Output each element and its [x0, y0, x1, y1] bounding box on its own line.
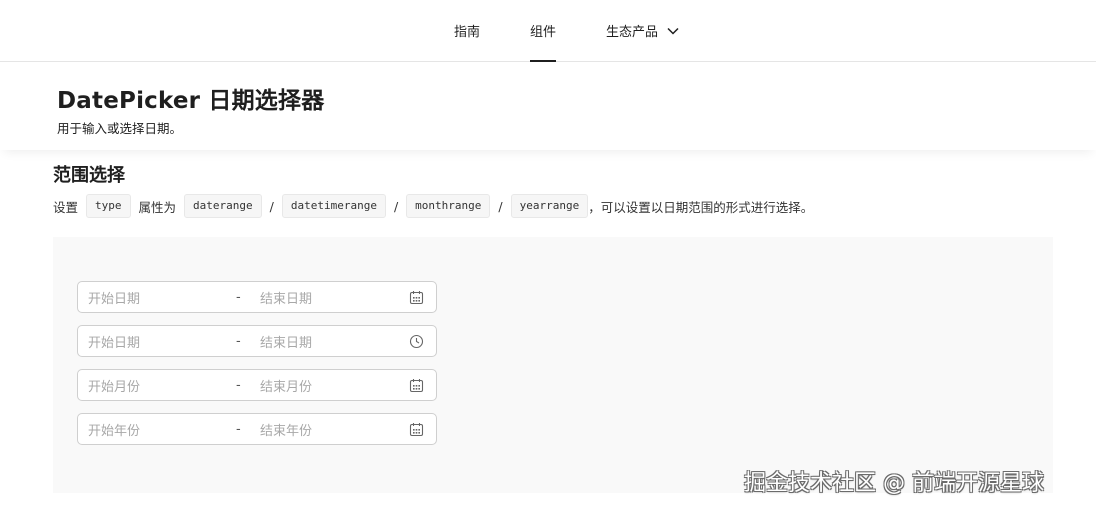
desc-text: ，可以设置以日期范围的形式进行选择。 — [588, 199, 814, 215]
nav-item-guide[interactable]: 指南 — [454, 0, 480, 61]
nav-item-label: 组件 — [530, 25, 557, 40]
watermark-text: 掘金技术社区 @ 前端开源星球 — [744, 471, 1044, 496]
chevron-down-icon — [667, 27, 679, 35]
top-navigation: 指南 组件 生态产品 — [0, 0, 1096, 62]
nav-item-label: 指南 — [454, 25, 481, 40]
page-title: DatePicker 日期选择器 — [57, 88, 325, 114]
calendar-icon[interactable] — [409, 290, 424, 305]
range-separator: - — [236, 377, 241, 393]
end-year-input[interactable]: 结束年份 — [260, 420, 312, 439]
nav-item-ecosystem[interactable]: 生态产品 — [606, 0, 680, 61]
code-yearrange: yearrange — [510, 194, 589, 218]
start-month-input[interactable]: 开始月份 — [88, 376, 140, 395]
month-range-picker[interactable]: 开始月份 - 结束月份 — [77, 369, 437, 401]
range-separator: - — [236, 289, 241, 305]
clock-icon[interactable] — [409, 334, 424, 349]
code-monthrange: monthrange — [406, 194, 491, 218]
demo-container — [53, 237, 1053, 493]
start-date-input[interactable]: 开始日期 — [88, 288, 140, 307]
datetime-range-picker[interactable]: 开始日期 - 结束日期 — [77, 325, 437, 357]
start-datetime-input[interactable]: 开始日期 — [88, 332, 140, 351]
end-datetime-input[interactable]: 结束日期 — [260, 332, 312, 351]
calendar-icon[interactable] — [409, 422, 424, 437]
code-daterange: daterange — [184, 194, 262, 218]
page-header: DatePicker 日期选择器 用于输入或选择日期。 — [0, 62, 1096, 150]
calendar-icon[interactable] — [409, 378, 424, 393]
code-type: type — [86, 194, 131, 218]
slash-separator: / — [269, 198, 274, 214]
desc-text: 属性为 — [138, 199, 177, 215]
end-date-input[interactable]: 结束日期 — [260, 288, 312, 307]
page-description: 用于输入或选择日期。 — [57, 121, 183, 136]
slash-separator: / — [393, 198, 399, 214]
nav-item-label: 生态产品 — [606, 25, 659, 40]
code-datetimerange: datetimerange — [281, 194, 386, 218]
slash-separator: / — [498, 198, 503, 214]
date-range-picker[interactable]: 开始日期 - 结束日期 — [77, 281, 437, 313]
range-separator: - — [236, 333, 241, 349]
section-description: 设置 type 属性为 daterange / datetimerange / … — [53, 194, 813, 218]
section-title: 范围选择 — [53, 165, 125, 186]
year-range-picker[interactable]: 开始年份 - 结束年份 — [77, 413, 437, 445]
nav-item-components[interactable]: 组件 — [530, 0, 557, 62]
start-year-input[interactable]: 开始年份 — [88, 420, 140, 439]
desc-text: 设置 — [53, 199, 79, 215]
end-month-input[interactable]: 结束月份 — [260, 376, 312, 395]
range-separator: - — [236, 421, 241, 437]
